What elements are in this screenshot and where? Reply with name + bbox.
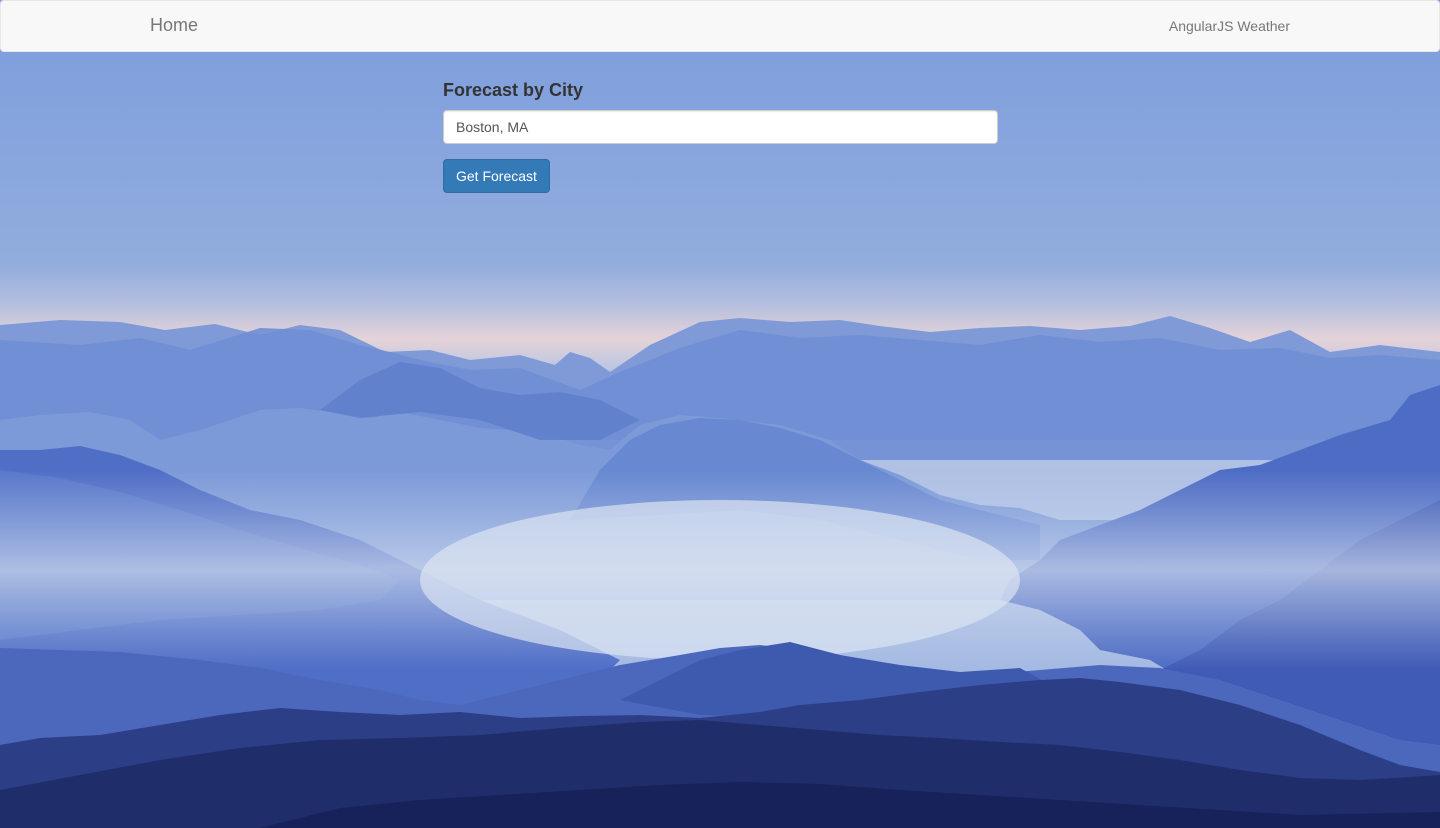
home-link[interactable]: Home: [150, 15, 198, 36]
page: Home AngularJS Weather Forecast by City …: [0, 0, 1440, 828]
forecast-form: Forecast by City Get Forecast: [443, 80, 998, 193]
city-input[interactable]: [443, 110, 998, 144]
app-title: AngularJS Weather: [1168, 18, 1290, 34]
top-navbar: Home AngularJS Weather: [0, 0, 1440, 52]
forecast-by-city-label: Forecast by City: [443, 80, 584, 100]
get-forecast-button[interactable]: Get Forecast: [443, 159, 550, 193]
